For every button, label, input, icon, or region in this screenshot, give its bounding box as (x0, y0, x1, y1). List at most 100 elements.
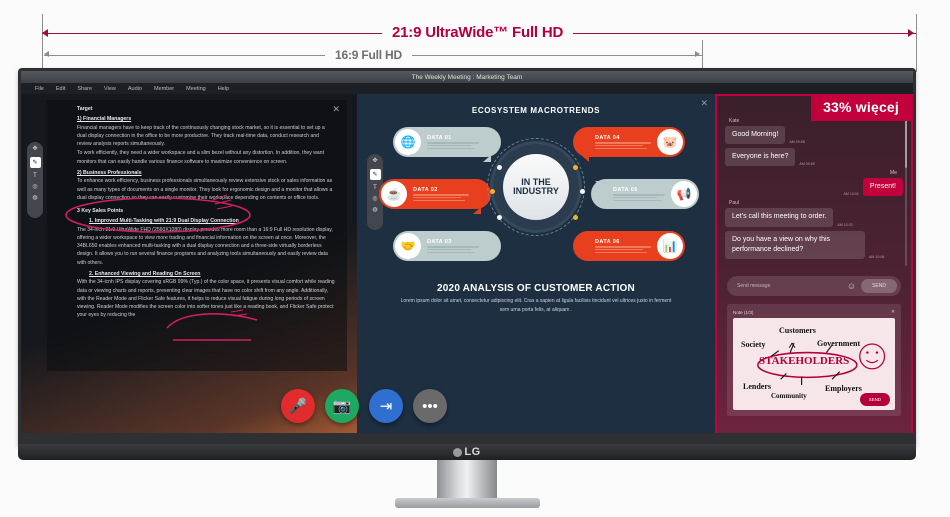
hub-dot (580, 189, 585, 194)
note-word-lenders: Lenders (743, 382, 771, 391)
fullhd-label: 16:9 Full HD (325, 48, 412, 62)
lg-logo: LG (453, 446, 480, 458)
note-close-icon[interactable]: ✕ (891, 309, 895, 315)
diagram-label: DATA 05 (613, 186, 638, 193)
diagram-item-data-02[interactable]: ☕ DATA 02 (379, 179, 491, 209)
coffee-icon: ☕ (381, 181, 407, 207)
chat-message: AM 10:01 Present! (725, 178, 903, 197)
share-button[interactable]: ⇥ (369, 389, 403, 423)
document-section2-p1: To enhance work efficiency, business pro… (77, 178, 333, 201)
screen: The Weekly Meeting : Marketing Team File… (21, 71, 913, 433)
chat-timestamp: AM 10:03 (837, 222, 853, 227)
slide-subtitle: 2020 ANALYSIS OF CUSTOMER ACTION (437, 283, 635, 294)
chat-timestamp: AM 10:01 (843, 192, 859, 197)
ultrawide-label: 21:9 UltraWide™ Full HD (382, 24, 574, 41)
menu-item-member[interactable]: Member (154, 86, 174, 92)
diagram-item-data-04[interactable]: 🐷 DATA 04 (573, 127, 685, 157)
chat-bubble: Good Morning! (725, 126, 786, 145)
note-word-government: Government (817, 339, 861, 348)
diagram-tail (473, 207, 481, 214)
chat-input-row[interactable]: Send message ☺ SEND (727, 276, 901, 296)
slide-body-text: Lorem ipsum dolor sit amet, consectetur … (400, 298, 672, 313)
diagram-label: DATA 06 (595, 238, 620, 245)
note-word-customers: Customers (779, 326, 816, 335)
note-panel: Note (1/3) ✕ Society Customers Governmen… (727, 304, 901, 416)
document-point1-title: 1. Improved Multi-Tasking with 21:9 Dual… (89, 218, 239, 224)
chat-author: Paul (729, 200, 740, 207)
hub-line-2: INDUSTRY (513, 186, 559, 196)
document-point2-body: With the 34-icnh IPS display covering sR… (77, 279, 335, 319)
document-point1-body: The 34-inch 21:9 UltraWide FHD (2560X108… (77, 226, 333, 266)
ultrawide-arrow-left (42, 29, 48, 37)
note-send-button[interactable]: SEND (859, 393, 890, 406)
document-panel: ✥ ✎ T ◎ ◍ ✕ Target 1) Financial Managers… (21, 94, 357, 433)
document-point2-title: 2. Enhanced Viewing and Reading On Scree… (89, 270, 201, 277)
hub-dot (490, 189, 495, 194)
menu-bar[interactable]: File Edit Share View Audio Member Meetin… (21, 83, 913, 94)
chat-input[interactable]: Send message (737, 283, 847, 289)
move-icon[interactable]: ✥ (32, 146, 37, 152)
dimension-tick-left (42, 14, 43, 72)
note-canvas[interactable]: Society Customers Government STAKEHOLDER… (733, 318, 895, 410)
dimension-tick-right (916, 14, 917, 72)
menu-item-file[interactable]: File (35, 86, 44, 92)
pen-icon[interactable]: ✎ (29, 157, 41, 168)
mic-button[interactable]: 🎤 (281, 389, 315, 423)
smiley-icon[interactable]: ☺ (847, 281, 856, 291)
menu-item-help[interactable]: Help (218, 86, 229, 92)
diagram-item-data-05[interactable]: 📢 DATA 05 (591, 179, 699, 209)
menu-item-audio[interactable]: Audio (128, 86, 142, 92)
text-icon[interactable]: T (33, 173, 37, 179)
slide-title: ECOSYSTEM MACROTRENDS (471, 106, 601, 115)
hub-dot (497, 165, 502, 170)
slide-close-icon[interactable]: ✕ (700, 98, 708, 109)
diagram-tail (581, 231, 589, 238)
diagram-item-data-01[interactable]: 🌐 DATA 01 (393, 127, 501, 157)
globe-icon: 🌐 (395, 129, 421, 155)
diagram-item-data-06[interactable]: 📊 DATA 06 (573, 231, 685, 261)
diagram-label: DATA 02 (413, 186, 438, 193)
document-keypoints-title: 3 Key Sales Points (77, 208, 124, 214)
monitor-stand-neck (437, 460, 497, 500)
chat-bubble: Do you have a view on why this performan… (725, 230, 865, 259)
menu-item-edit[interactable]: Edit (56, 86, 65, 92)
menu-item-meeting[interactable]: Meeting (186, 86, 206, 92)
call-controls[interactable]: 🎤 📷 ⇥ ••• (281, 389, 447, 423)
fullhd-arrow-right (695, 51, 700, 57)
handshake-icon: 🤝 (395, 233, 421, 259)
note-word-employers: Employers (825, 384, 862, 393)
shape-icon[interactable]: ◎ (32, 184, 37, 190)
hub-dot (497, 215, 502, 220)
lg-logo-text: LG (464, 446, 481, 458)
close-icon[interactable]: ✕ (332, 104, 340, 115)
fullhd-arrow-left (44, 51, 49, 57)
presentation-panel: ✕ ✥ ✎ T ◎ ◍ ECOSYSTEM MACROTRENDS 🌐 DATA… (281, 94, 715, 433)
menu-item-share[interactable]: Share (77, 86, 92, 92)
status-badge: 33% więcej (811, 94, 911, 121)
document-tool-palette[interactable]: ✥ ✎ T ◎ ◍ (27, 142, 43, 218)
document-section2-title: 2) Business Professionals (77, 169, 142, 176)
chat-panel: 33% więcej Kate Good Morning! AM 09:58 E… (715, 94, 913, 433)
note-word-stakeholders: STAKEHOLDERS (759, 355, 850, 367)
chat-bubble: Everyone is here? (725, 148, 796, 167)
diagram-label: DATA 01 (427, 134, 452, 141)
diagram-tail (483, 155, 491, 162)
document-section1-p2: To work efficiently, they need a wider w… (77, 150, 324, 165)
monitor: The Weekly Meeting : Marketing Team File… (18, 68, 916, 446)
chat-timestamp: AM 09:59 (799, 162, 815, 167)
note-word-community: Community (771, 392, 807, 400)
menu-item-view[interactable]: View (104, 86, 116, 92)
chat-bubble: Present! (862, 178, 903, 197)
chart-icon: 📊 (657, 233, 683, 259)
diagram-label: DATA 04 (595, 134, 620, 141)
chat-scrollbar[interactable] (905, 116, 907, 266)
window-title: The Weekly Meeting : Marketing Team (411, 73, 523, 81)
send-button[interactable]: SEND (861, 279, 897, 293)
workspace: ✥ ✎ T ◎ ◍ ✕ Target 1) Financial Managers… (21, 94, 913, 433)
camera-button[interactable]: 📷 (325, 389, 359, 423)
megaphone-icon: 📢 (671, 181, 697, 207)
diagram-tail (483, 231, 491, 238)
diagram-tail (581, 155, 589, 162)
more-button[interactable]: ••• (413, 389, 447, 423)
stamp-icon[interactable]: ◍ (32, 195, 37, 201)
